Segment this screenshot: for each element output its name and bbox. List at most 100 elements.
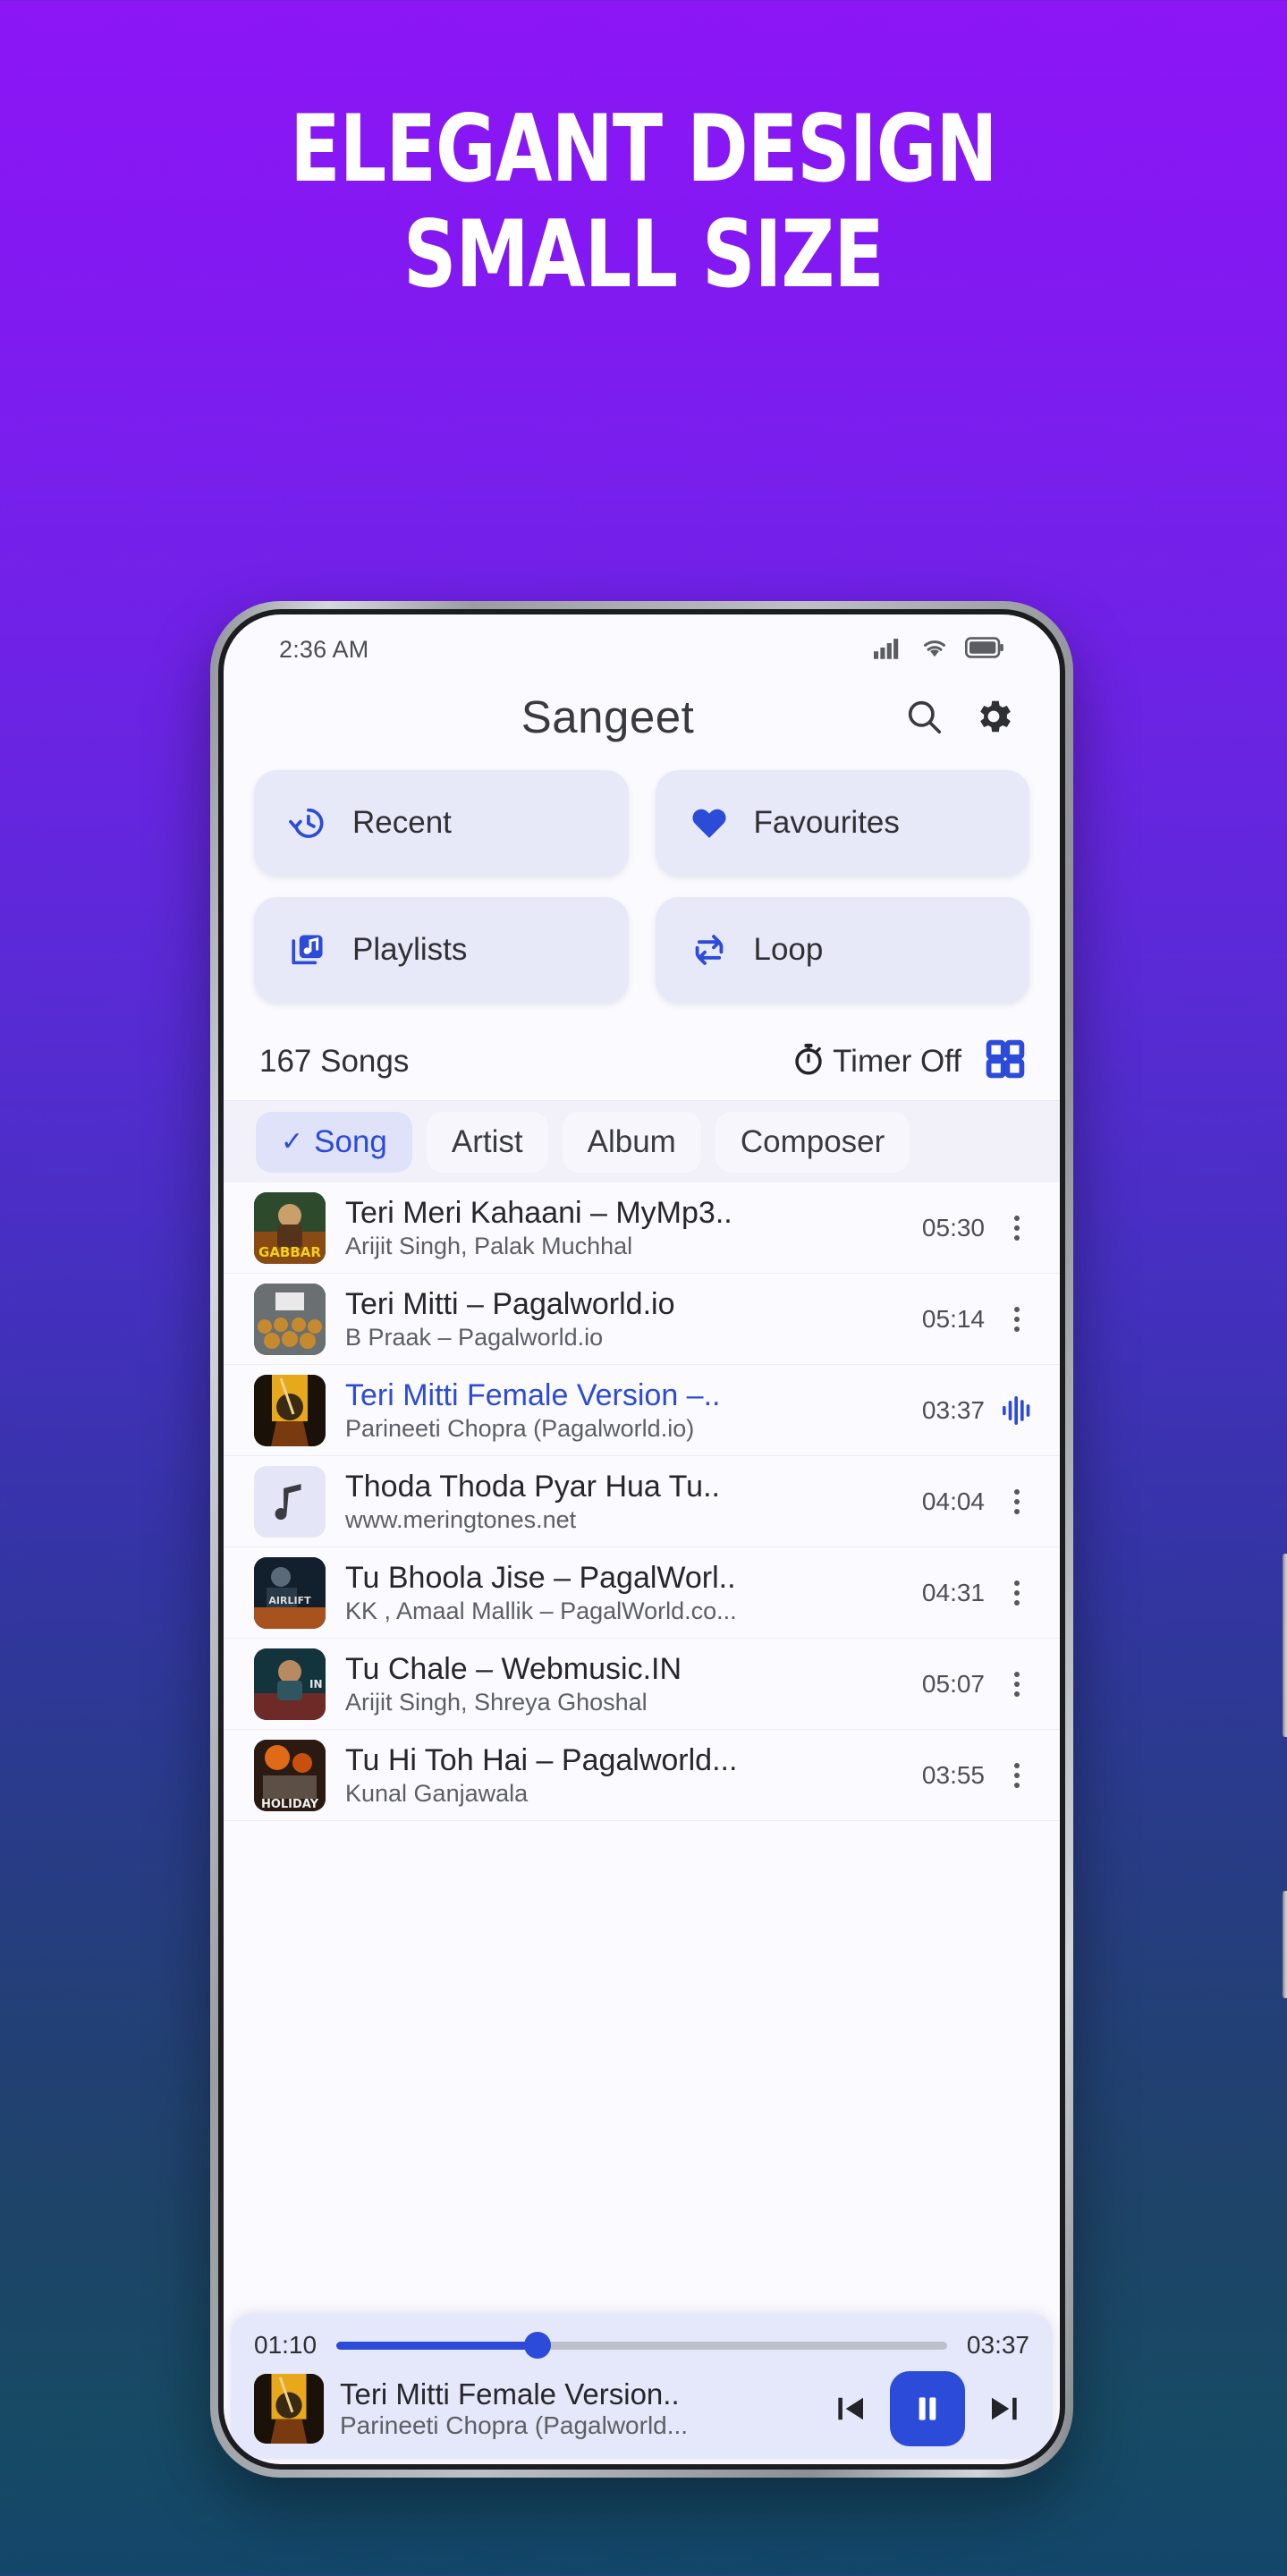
song-artist: KK , Amaal Mallik – PagalWorld.co...	[345, 1597, 737, 1624]
mini-player: 01:10 03:37 Teri Mitti Female Version.. …	[231, 2314, 1053, 2459]
quick-actions-row-2: Playlists Loop	[254, 897, 1029, 1003]
quick-action-recent[interactable]: Recent	[254, 770, 629, 876]
song-info: Teri Mitti – Pagalworld.io B Praak – Pag…	[326, 1286, 922, 1351]
overflow-menu-icon[interactable]	[1001, 1580, 1033, 1606]
tab-artist[interactable]: Artist	[426, 1111, 548, 1173]
grid-view-icon[interactable]	[985, 1038, 1026, 1084]
song-info: Tu Chale – Webmusic.IN Arijit Singh, Shr…	[326, 1651, 922, 1716]
song-duration: 05:14	[921, 1304, 985, 1333]
song-duration: 05:07	[921, 1669, 985, 1698]
overflow-menu-icon[interactable]	[1001, 1306, 1033, 1332]
now-playing-artist: Parineeti Chopra (Pagalworld...	[340, 2411, 689, 2439]
check-icon: ✓	[281, 1127, 304, 1157]
song-info: Teri Mitti Female Version –.. Parineeti …	[326, 1377, 922, 1442]
table-row[interactable]: Teri Mitti Female Version –.. Parineeti …	[224, 1365, 1060, 1456]
now-playing-waveform-icon	[1001, 1393, 1033, 1428]
table-row[interactable]: IN Tu Chale – Webmusic.IN Arijit Singh, …	[224, 1639, 1060, 1730]
page-title: Sangeet	[521, 691, 695, 742]
status-icons	[874, 636, 1004, 664]
status-bar: 2:36 AM	[224, 614, 1060, 674]
quick-action-label: Loop	[753, 932, 824, 967]
album-art	[254, 1374, 326, 1446]
elapsed-time: 01:10	[254, 2331, 318, 2359]
song-list: GABBAR Teri Meri Kahaani – MyMp3.. Ariji…	[224, 1182, 1060, 1821]
svg-text:AIRLIFT: AIRLIFT	[268, 1595, 311, 1606]
phone-screen: 2:36 AM Sangeet Recent Favourites Playli…	[224, 614, 1060, 2464]
seek-bar-row: 01:10 03:37	[254, 2325, 1029, 2366]
song-info: Thoda Thoda Pyar Hua Tu.. www.meringtone…	[326, 1469, 922, 1533]
song-info: Teri Meri Kahaani – MyMp3.. Arijit Singh…	[326, 1195, 922, 1259]
song-artist: B Praak – Pagalworld.io	[345, 1323, 604, 1351]
song-info: Tu Hi Toh Hai – Pagalworld... Kunal Ganj…	[326, 1742, 922, 1807]
quick-action-loop[interactable]: Loop	[655, 897, 1029, 1003]
song-duration: 03:37	[921, 1395, 985, 1424]
library-tabs: ✓ Song Artist Album Composer	[224, 1100, 1060, 1182]
now-playing-art	[254, 2374, 324, 2444]
table-row[interactable]: Teri Mitti – Pagalworld.io B Praak – Pag…	[224, 1274, 1060, 1365]
seek-fill	[336, 2341, 538, 2350]
seek-knob[interactable]	[524, 2332, 552, 2359]
now-playing-title: Teri Mitti Female Version..	[340, 2377, 680, 2411]
promo-headline: ELEGANT DESIGN SMALL SIZE	[129, 96, 1158, 301]
seek-slider[interactable]	[336, 2332, 947, 2359]
svg-text:GABBAR: GABBAR	[258, 1244, 321, 1260]
total-time: 03:37	[966, 2331, 1029, 2359]
song-duration: 03:55	[921, 1760, 985, 1789]
overflow-menu-icon[interactable]	[1001, 1488, 1033, 1514]
song-info: Tu Bhoola Jise – PagalWorl.. KK , Amaal …	[326, 1560, 922, 1624]
song-duration: 05:30	[921, 1213, 985, 1241]
song-artist: Arijit Singh, Shreya Ghoshal	[345, 1688, 648, 1716]
table-row[interactable]: HOLIDAY Tu Hi Toh Hai – Pagalworld... Ku…	[224, 1730, 1060, 1821]
library-meta-row: 167 Songs Timer Off	[224, 1024, 1060, 1100]
timer-button[interactable]: Timer Off	[790, 1040, 961, 1082]
overflow-menu-icon[interactable]	[1001, 1671, 1033, 1697]
album-art: GABBAR	[254, 1191, 326, 1264]
album-art	[254, 1283, 326, 1355]
promo-headline-line1: ELEGANT DESIGN	[290, 96, 997, 203]
volume-button[interactable]	[1283, 1554, 1287, 1737]
song-duration: 04:31	[921, 1578, 985, 1606]
tab-album[interactable]: Album	[562, 1111, 701, 1173]
song-title: Tu Hi Toh Hai – Pagalworld...	[345, 1743, 738, 1778]
gear-icon[interactable]	[967, 690, 1020, 743]
tab-song[interactable]: ✓ Song	[256, 1111, 412, 1173]
song-artist: Parineeti Chopra (Pagalworld.io)	[345, 1414, 695, 1442]
power-button[interactable]	[1283, 1891, 1287, 1998]
overflow-menu-icon[interactable]	[1001, 1762, 1033, 1788]
song-title: Tu Bhoola Jise – PagalWorl..	[345, 1561, 736, 1596]
table-row[interactable]: Thoda Thoda Pyar Hua Tu.. www.meringtone…	[224, 1456, 1060, 1547]
tab-composer[interactable]: Composer	[715, 1111, 910, 1173]
table-row[interactable]: AIRLIFT Tu Bhoola Jise – PagalWorl.. KK …	[224, 1547, 1060, 1639]
song-title: Teri Mitti – Pagalworld.io	[345, 1287, 675, 1322]
song-artist: www.meringtones.net	[345, 1505, 577, 1533]
song-artist: Kunal Ganjawala	[345, 1779, 529, 1807]
signal-icon	[874, 636, 904, 664]
song-title: Thoda Thoda Pyar Hua Tu..	[345, 1470, 720, 1504]
song-title: Teri Mitti Female Version –..	[345, 1378, 721, 1413]
tab-label: Composer	[740, 1123, 885, 1159]
overflow-menu-icon[interactable]	[1001, 1215, 1033, 1241]
table-row[interactable]: GABBAR Teri Meri Kahaani – MyMp3.. Ariji…	[224, 1182, 1060, 1274]
battery-icon	[964, 636, 1004, 663]
skip-next-icon[interactable]	[979, 2384, 1029, 2434]
player-controls-row: Teri Mitti Female Version.. Parineeti Ch…	[254, 2371, 1029, 2450]
quick-action-playlists[interactable]: Playlists	[254, 897, 629, 1003]
phone-bezel: 2:36 AM Sangeet Recent Favourites Playli…	[218, 609, 1065, 2470]
skip-previous-icon[interactable]	[826, 2384, 876, 2434]
phone-mockup: 2:36 AM Sangeet Recent Favourites Playli…	[210, 601, 1287, 2478]
quick-action-label: Recent	[352, 805, 452, 840]
pause-icon[interactable]	[890, 2371, 965, 2446]
tab-label: Song	[314, 1123, 387, 1159]
app-bar: Sangeet	[224, 674, 1060, 752]
quick-action-favourites[interactable]: Favourites	[655, 770, 1029, 876]
search-icon[interactable]	[897, 690, 951, 743]
tab-label: Artist	[451, 1123, 523, 1159]
now-playing-info: Teri Mitti Female Version.. Parineeti Ch…	[340, 2377, 809, 2440]
quick-action-label: Favourites	[753, 805, 900, 840]
song-artist: Arijit Singh, Palak Muchhal	[345, 1232, 633, 1259]
tab-label: Album	[587, 1123, 676, 1159]
wifi-icon	[919, 636, 950, 664]
stopwatch-icon	[790, 1040, 827, 1082]
song-title: Teri Meri Kahaani – MyMp3..	[345, 1196, 732, 1231]
songs-count: 167 Songs	[259, 1043, 410, 1079]
